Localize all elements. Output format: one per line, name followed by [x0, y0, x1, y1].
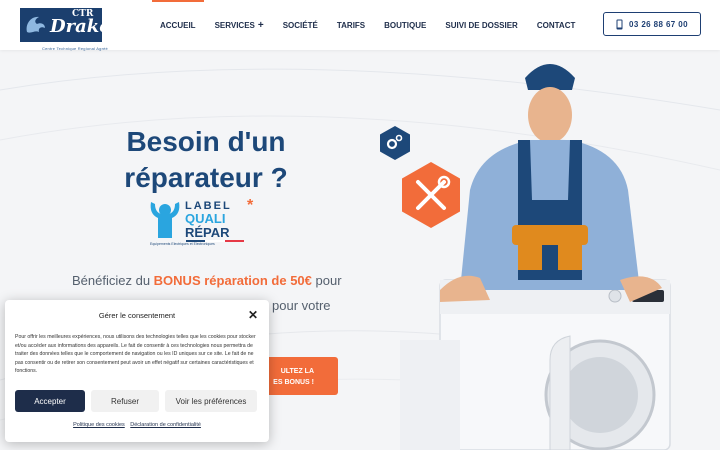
- cookie-body-text: Pour offrir les meilleures expériences, …: [15, 334, 256, 374]
- nav-services[interactable]: SERVICES +: [215, 0, 264, 50]
- bonus-highlight: BONUS réparation de 50€: [153, 273, 312, 288]
- logo-tagline: Centre Technique Regional Agréé: [42, 46, 108, 51]
- hero-title-line2: réparateur ?: [124, 162, 288, 193]
- dragon-logo-icon: [26, 16, 45, 33]
- nav-contact[interactable]: CONTACT: [537, 0, 576, 50]
- hero-title: Besoin d'un réparateur ?: [96, 124, 316, 196]
- refuse-button[interactable]: Refuser: [91, 390, 159, 412]
- nav-label: BOUTIQUE: [384, 20, 427, 30]
- bonus-prefix: Bénéficiez du: [72, 273, 154, 288]
- nav-accueil[interactable]: ACCUEIL: [152, 0, 204, 50]
- expand-plus-icon: +: [257, 19, 264, 31]
- nav-label: SUIVI DE DOSSIER: [445, 20, 518, 30]
- cookie-consent-dialog: Gérer le consentement ✕ Pour offrir les …: [5, 300, 269, 442]
- nav-suivi-de-dossier[interactable]: SUIVI DE DOSSIER: [445, 0, 517, 50]
- nav-label: SERVICES: [214, 20, 255, 30]
- site-header: CTR Drako Centre Technique Regional Agré…: [0, 0, 720, 51]
- bonus-suffix: pour: [311, 273, 342, 288]
- nav-societe[interactable]: SOCIÉTÉ: [283, 0, 318, 50]
- label-subtitle: Equipements Electriques et Electroniques: [150, 242, 215, 246]
- phone-number: 03 26 88 67 00: [629, 19, 688, 29]
- hero-text-line2: pour votre: [272, 298, 331, 313]
- cookie-policy-link[interactable]: Politique des cookies: [73, 422, 125, 428]
- flag-stripe: [186, 240, 244, 242]
- phone-icon: [616, 19, 623, 29]
- nav-label: ACCUEIL: [160, 20, 196, 30]
- close-icon[interactable]: ✕: [248, 308, 258, 322]
- nav-label: TARIFS: [336, 20, 366, 30]
- cookie-title: Gérer le consentement: [98, 311, 176, 320]
- nav-label: CONTACT: [536, 20, 576, 30]
- quali-repar-label: LABEL QUALI RÉPAR * Equipements Electriq…: [146, 196, 266, 252]
- label-line3: RÉPAR: [185, 225, 230, 240]
- site-logo[interactable]: CTR Drako Centre Technique Regional Agré…: [20, 8, 111, 51]
- nav-label: SOCIÉTÉ: [282, 20, 318, 30]
- hero-title-line1: Besoin d'un: [126, 126, 286, 157]
- label-line2: QUALI: [185, 211, 226, 226]
- technician-illustration: [400, 64, 671, 450]
- preferences-button[interactable]: Voir les préférences: [165, 390, 257, 412]
- label-star: *: [247, 197, 254, 214]
- repairer-figure-icon: [150, 202, 180, 238]
- cookie-button-row: Accepter Refuser Voir les préférences: [15, 390, 263, 412]
- privacy-statement-link[interactable]: Déclaration de confidentialité: [130, 422, 201, 428]
- main-nav: ACCUEIL SERVICES + SOCIÉTÉ TARIFS BOUTIQU…: [152, 0, 594, 50]
- logo-name: Drako: [50, 16, 112, 37]
- accept-button[interactable]: Accepter: [15, 390, 85, 412]
- cookie-links: Politique des cookies Déclaration de con…: [5, 422, 269, 428]
- nav-boutique[interactable]: BOUTIQUE: [384, 0, 426, 50]
- nav-tarifs[interactable]: TARIFS: [337, 0, 365, 50]
- hero-bonus-text: Bénéficiez du BONUS réparation de 50€ po…: [72, 273, 342, 288]
- phone-button[interactable]: 03 26 88 67 00: [603, 12, 701, 36]
